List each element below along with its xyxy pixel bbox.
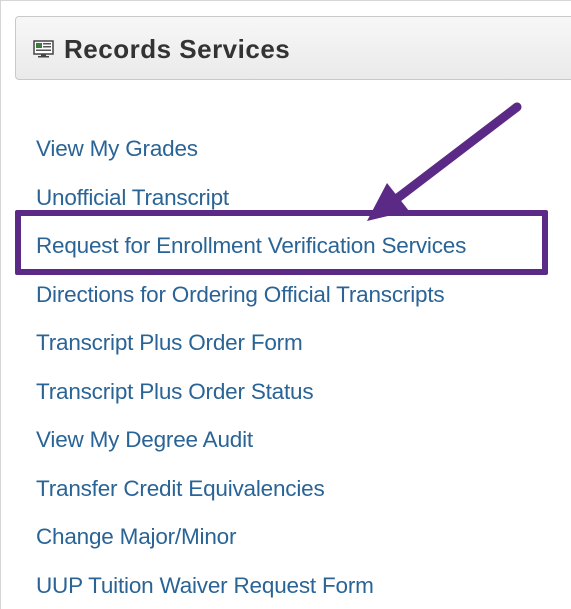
list-item: Directions for Ordering Official Transcr… <box>36 277 466 326</box>
panel-title: Records Services <box>64 34 291 64</box>
link-uup-tuition-waiver[interactable]: UUP Tuition Waiver Request Form <box>36 573 374 598</box>
list-item: Transcript Plus Order Form <box>36 325 466 374</box>
link-view-my-grades[interactable]: View My Grades <box>36 136 198 161</box>
list-item: View My Grades <box>36 131 466 180</box>
list-item: Transcript Plus Order Status <box>36 374 466 423</box>
link-transfer-credit-equivalencies[interactable]: Transfer Credit Equivalencies <box>36 476 325 501</box>
list-item: View My Degree Audit <box>36 422 466 471</box>
monitor-icon <box>33 40 54 58</box>
list-item: UUP Tuition Waiver Request Form <box>36 568 466 609</box>
records-links-list: View My Grades Unofficial Transcript Req… <box>36 131 466 609</box>
list-item: Change Major/Minor <box>36 519 466 568</box>
link-unofficial-transcript[interactable]: Unofficial Transcript <box>36 185 229 210</box>
link-change-major-minor[interactable]: Change Major/Minor <box>36 524 236 549</box>
highlight-box <box>15 210 548 275</box>
link-directions-ordering-transcripts[interactable]: Directions for Ordering Official Transcr… <box>36 282 445 307</box>
panel-header: Records Services <box>15 16 571 80</box>
list-item: Transfer Credit Equivalencies <box>36 471 466 520</box>
link-view-my-degree-audit[interactable]: View My Degree Audit <box>36 427 253 452</box>
records-services-panel: Records Services View My Grades Unoffici… <box>0 0 571 609</box>
link-transcript-plus-order-status[interactable]: Transcript Plus Order Status <box>36 379 314 404</box>
link-transcript-plus-order-form[interactable]: Transcript Plus Order Form <box>36 330 303 355</box>
